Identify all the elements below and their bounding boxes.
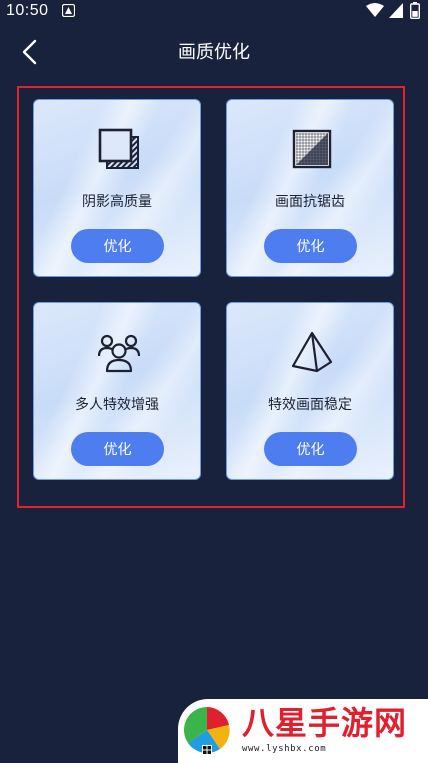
signal-icon [389, 3, 403, 18]
card-anti-aliasing: 画面抗锯齿 优化 [226, 99, 394, 277]
card-effect-stability: 特效画面稳定 优化 [226, 302, 394, 480]
watermark-logo-icon [183, 707, 230, 755]
card-label: 阴影高质量 [82, 194, 152, 210]
optimize-button-effect-stability[interactable]: 优化 [264, 432, 357, 466]
anti-aliasing-icon [292, 129, 332, 169]
shadow-quality-icon [98, 128, 139, 169]
multi-user-icon [98, 334, 140, 373]
optimize-button-shadow-quality[interactable]: 优化 [71, 229, 164, 263]
page-title: 画质优化 [178, 42, 250, 63]
card-label: 多人特效增强 [75, 397, 159, 413]
pyramid-icon [291, 331, 333, 373]
optimize-button-multi-user-effects[interactable]: 优化 [71, 432, 164, 466]
card-label: 特效画面稳定 [268, 397, 352, 413]
card-shadow-quality: 阴影高质量 优化 [33, 99, 201, 277]
watermark: 八星手游网 www.lyshbx.com [178, 699, 428, 763]
wifi-icon [366, 3, 384, 17]
watermark-url: www.lyshbx.com [242, 744, 327, 754]
notification-icon [62, 4, 75, 17]
status-bar: 10:50 [0, 0, 428, 24]
header: 画质优化 [0, 28, 428, 76]
card-label: 画面抗锯齿 [275, 194, 345, 210]
optimize-button-anti-aliasing[interactable]: 优化 [264, 229, 357, 263]
watermark-title: 八星手游网 [242, 704, 408, 742]
battery-icon [410, 2, 420, 19]
status-time: 10:50 [6, 2, 49, 19]
card-multi-user-effects: 多人特效增强 优化 [33, 302, 201, 480]
